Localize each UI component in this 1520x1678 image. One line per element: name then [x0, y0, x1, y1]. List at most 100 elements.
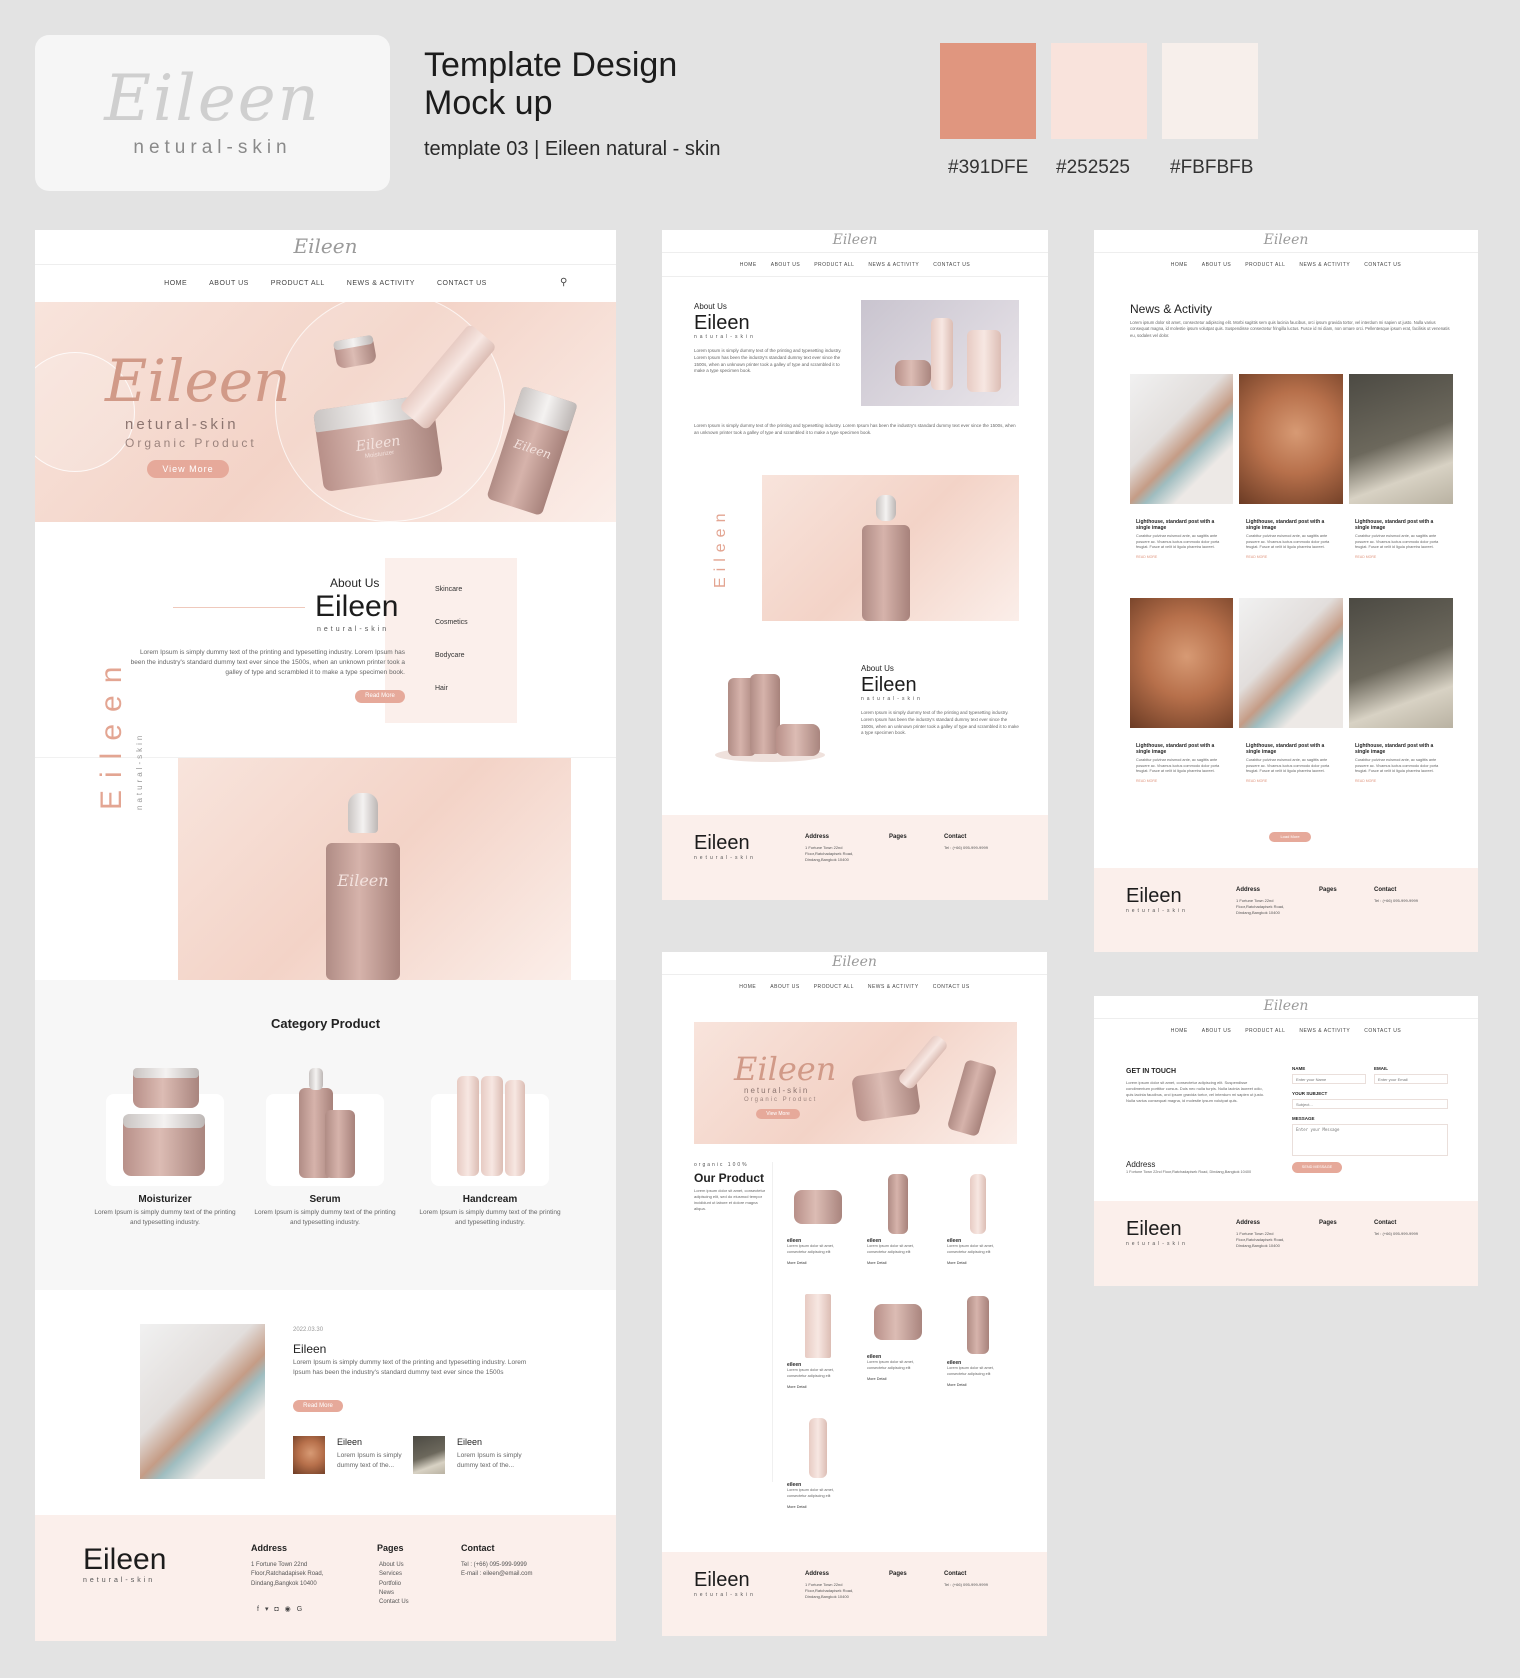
contact-footer-address: 1 Fortune Town 22nd Floor,Ratchadapisek … — [1236, 1231, 1285, 1249]
side-item-hair[interactable]: Hair — [435, 685, 448, 692]
nav-news[interactable]: NEWS & ACTIVITY — [1299, 1028, 1350, 1034]
product-hero-button[interactable]: View More — [756, 1109, 800, 1119]
news-card-2[interactable]: Lighthouse, standard post with a single … — [1246, 519, 1340, 559]
nav-product[interactable]: PRODUCT ALL — [814, 984, 854, 990]
category-item-handcream[interactable]: Handcream Lorem Ipsum is simply dummy te… — [415, 1194, 565, 1228]
email-field[interactable] — [1374, 1074, 1448, 1084]
contact-template-nav: HOME ABOUT US PRODUCT ALL NEWS & ACTIVITY CO… — [1094, 1028, 1478, 1034]
footer-link-portfolio[interactable]: Portfolio — [379, 1580, 409, 1589]
main-nav: HOME ABOUT US PRODUCT ALL NEWS & ACTIVIT… — [35, 280, 616, 287]
nav-about[interactable]: ABOUT US — [1202, 262, 1231, 268]
contact-footer-address-h: Address — [1236, 1220, 1261, 1226]
nav-product[interactable]: PRODUCT ALL — [814, 262, 854, 268]
footer-link-services[interactable]: Services — [379, 1570, 409, 1579]
nav-product[interactable]: PRODUCT ALL — [271, 280, 325, 287]
subject-field[interactable] — [1292, 1099, 1448, 1109]
nav-contact[interactable]: CONTACT US — [1364, 262, 1401, 268]
search-icon[interactable]: ⚲ — [560, 277, 567, 288]
footer-link-contact[interactable]: Contact Us — [379, 1598, 409, 1607]
nav-news[interactable]: NEWS & ACTIVITY — [868, 262, 919, 268]
about-page-bottles-image — [710, 660, 830, 770]
about-footer-contact-h: Contact — [944, 834, 967, 840]
news-load-more-button[interactable]: Load More — [1269, 832, 1311, 842]
hero-view-more-button[interactable]: View More — [147, 460, 229, 478]
message-field[interactable] — [1292, 1124, 1448, 1156]
nav-about[interactable]: ABOUT US — [1202, 1028, 1231, 1034]
footer-social-icons[interactable]: f▾◘◉G — [257, 1605, 308, 1613]
news-card-image-4[interactable] — [1130, 598, 1233, 728]
nav-news[interactable]: NEWS & ACTIVITY — [347, 280, 415, 287]
category-handcream-image — [457, 1076, 479, 1176]
footer-brand: Eileen — [83, 1543, 167, 1576]
product-intro: Lorem ipsum dolor sit amet, consectetur … — [694, 1188, 766, 1211]
nav-contact[interactable]: CONTACT US — [933, 262, 970, 268]
product-footer-contact-h: Contact — [944, 1571, 967, 1577]
news-card-image-1[interactable] — [1130, 374, 1233, 504]
send-message-button[interactable]: SEND MESSAGE — [1292, 1162, 1342, 1173]
product-hero-line2: Organic Product — [744, 1097, 818, 1103]
nav-news[interactable]: NEWS & ACTIVITY — [868, 984, 919, 990]
product-item-1[interactable]: eileen Lorem ipsum dolor sit amet, conse… — [787, 1184, 849, 1265]
page-title: Template Design Mock up — [424, 46, 678, 122]
product-item-7[interactable]: eileen Lorem ipsum dolor sit amet, conse… — [787, 1414, 849, 1509]
product-item-3[interactable]: eileen Lorem ipsum dolor sit amet, conse… — [947, 1170, 1009, 1265]
about-page-brand-2: Eileen — [861, 674, 917, 696]
footer-tel: Tel : (+66) 095-999-9999 — [461, 1562, 527, 1568]
news-card-1[interactable]: Lighthouse, standard post with a single … — [1136, 519, 1230, 559]
nav-product[interactable]: PRODUCT ALL — [1245, 1028, 1285, 1034]
nav-home[interactable]: HOME — [1171, 262, 1188, 268]
news-card-4[interactable]: Lighthouse, standard post with a single … — [1136, 743, 1230, 783]
news-card-image-3[interactable] — [1349, 374, 1453, 504]
product-item-5[interactable]: eileen Lorem ipsum dolor sit amet, conse… — [867, 1298, 929, 1381]
serum-bottle-image: Eileen — [326, 793, 400, 980]
news-card-6[interactable]: Lighthouse, standard post with a single … — [1355, 743, 1449, 783]
product-item-6[interactable]: eileen Lorem ipsum dolor sit amet, conse… — [947, 1292, 1009, 1387]
nav-home[interactable]: HOME — [739, 984, 756, 990]
news-card-5[interactable]: Lighthouse, standard post with a single … — [1246, 743, 1340, 783]
nav-product[interactable]: PRODUCT ALL — [1245, 262, 1285, 268]
footer-email[interactable]: E-mail : eileen@email.com — [461, 1570, 532, 1579]
nav-home[interactable]: HOME — [1171, 1028, 1188, 1034]
category-section: Category Product Moisturizer Lorem Ipsum… — [35, 980, 616, 1290]
side-item-cosmetics[interactable]: Cosmetics — [435, 619, 468, 626]
nav-contact[interactable]: CONTACT US — [1364, 1028, 1401, 1034]
nav-home[interactable]: HOME — [740, 262, 757, 268]
contact-page-footer: Eileen netural-skin Address 1 Fortune To… — [1094, 1201, 1478, 1286]
category-moisturizer-jar-small — [133, 1068, 199, 1108]
nav-about[interactable]: ABOUT US — [209, 280, 249, 287]
side-item-bodycare[interactable]: Bodycare — [435, 652, 465, 659]
nav-about[interactable]: ABOUT US — [770, 984, 799, 990]
hero-banner: Eileen netural-skin Organic Product View… — [35, 292, 616, 522]
about-footer-address: 1 Fortune Town 22nd Floor,Ratchadapisek … — [805, 845, 854, 863]
news-card-image-6[interactable] — [1349, 598, 1453, 728]
about-side-box: Skincare Cosmetics Bodycare Hair — [385, 558, 517, 723]
news-card-3[interactable]: Lighthouse, standard post with a single … — [1355, 519, 1449, 559]
subject-label: YOUR SUBJECT — [1292, 1091, 1328, 1096]
footer-link-about[interactable]: About Us — [379, 1561, 409, 1570]
news-card-image-2[interactable] — [1239, 374, 1343, 504]
product-item-2[interactable]: eileen Lorem ipsum dolor sit amet, conse… — [867, 1170, 929, 1265]
blog-mini-title-2: Eileen — [457, 1437, 483, 1447]
nav-contact[interactable]: CONTACT US — [933, 984, 970, 990]
about-read-more-button[interactable]: Read More — [355, 690, 405, 703]
nav-contact[interactable]: CONTACT US — [437, 280, 487, 287]
about-page-brand: Eileen — [694, 312, 750, 334]
category-handcream-image-3 — [505, 1080, 525, 1176]
nav-about[interactable]: ABOUT US — [771, 262, 800, 268]
contact-footer-tel: Tel : (+66) 095-999-9999 — [1374, 1231, 1418, 1236]
nav-news[interactable]: NEWS & ACTIVITY — [1299, 262, 1350, 268]
product-template: Eileen HOME ABOUT US PRODUCT ALL NEWS & ACT… — [662, 952, 1047, 1636]
category-item-serum[interactable]: Serum Lorem Ipsum is simply dummy text o… — [250, 1194, 400, 1228]
product-item-4[interactable]: eileen Lorem ipsum dolor sit amet, conse… — [787, 1290, 849, 1389]
about-page-brand-sub: natural-skin — [694, 334, 756, 340]
footer-link-news[interactable]: News — [379, 1589, 409, 1598]
about-page-product-photo — [861, 300, 1019, 406]
side-item-skincare[interactable]: Skincare — [435, 586, 462, 593]
category-item-moisturizer[interactable]: Moisturizer Lorem Ipsum is simply dummy … — [90, 1194, 240, 1228]
news-card-image-5[interactable] — [1239, 598, 1343, 728]
nav-home[interactable]: HOME — [164, 280, 187, 287]
name-field[interactable] — [1292, 1074, 1366, 1084]
palette-swatch-3 — [1162, 43, 1258, 139]
contact-template-logo: Eileen — [1263, 998, 1309, 1014]
blog-read-more-button[interactable]: Read More — [293, 1400, 343, 1412]
